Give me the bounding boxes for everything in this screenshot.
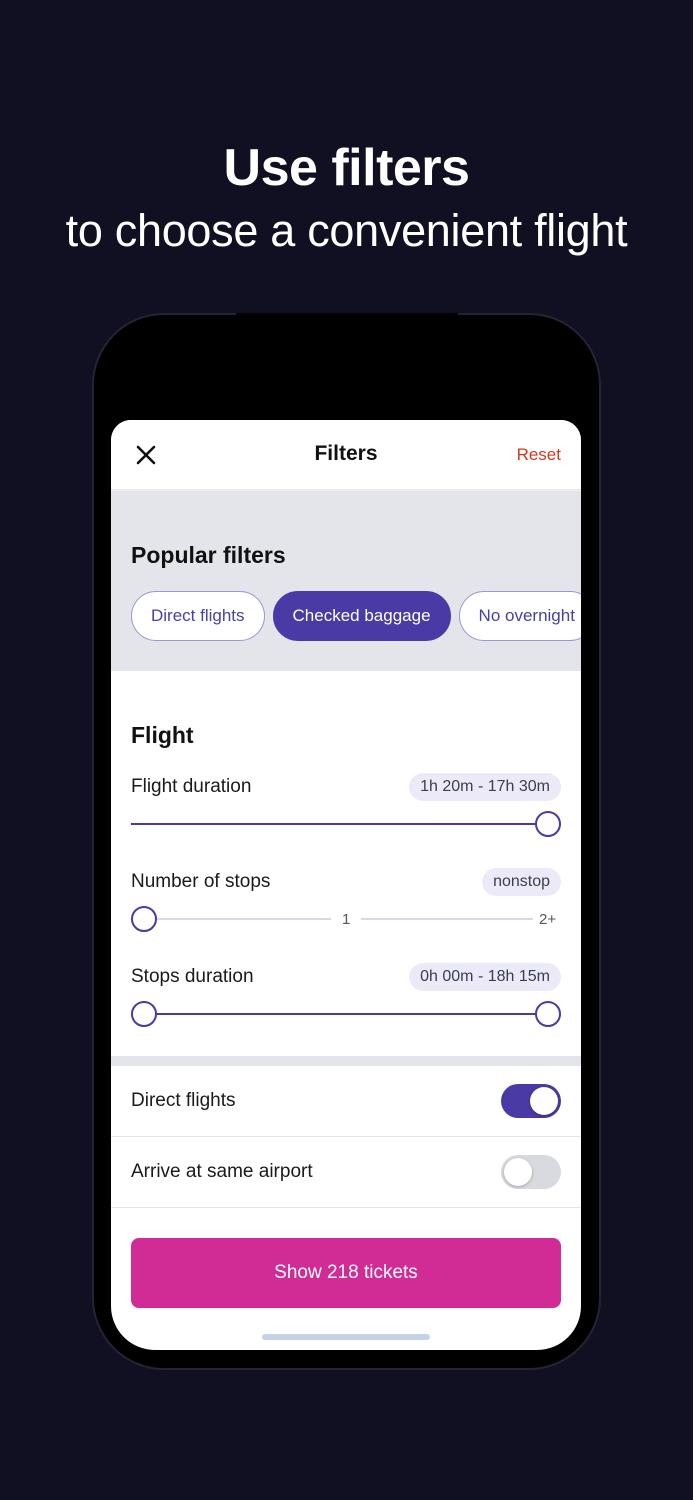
flight-duration-badge: 1h 20m - 17h 30m: [409, 773, 561, 801]
popular-filters-title: Popular filters: [131, 542, 286, 568]
stops-track-right[interactable]: [361, 918, 533, 920]
toggle-label-same-airport: Arrive at same airport: [131, 1161, 313, 1182]
direct-flights-toggle[interactable]: [501, 1084, 561, 1118]
chip-no-overnight[interactable]: No overnight: [458, 591, 581, 641]
filters-screen: Filters Reset Popular filters Direct fli…: [111, 420, 581, 1350]
flight-section: Flight Flight duration 1h 20m - 17h 30m …: [111, 671, 581, 1056]
promo-subtitle: to choose a convenient flight: [65, 205, 628, 256]
flight-duration-max-handle[interactable]: [535, 811, 561, 837]
stops-duration-badge: 0h 00m - 18h 15m: [409, 963, 561, 991]
page-title: Filters: [314, 442, 378, 465]
number-of-stops-badge: nonstop: [482, 868, 561, 896]
flight-title: Flight: [131, 722, 194, 748]
same-airport-toggle[interactable]: [501, 1155, 561, 1189]
flight-duration-track[interactable]: [131, 823, 549, 825]
chip-direct-flights[interactable]: Direct flights: [131, 591, 265, 641]
popular-filters-section: Popular filters Direct flights Checked ba…: [111, 491, 581, 671]
promo-title: Use filters: [223, 139, 470, 197]
stops-duration-max-handle[interactable]: [535, 1001, 561, 1027]
stops-track-left[interactable]: [145, 918, 331, 920]
toggle-knob: [530, 1087, 558, 1115]
section-divider: [111, 1056, 581, 1066]
number-of-stops-label: Number of stops: [131, 871, 271, 892]
toggle-row-direct-flights[interactable]: Direct flights: [111, 1066, 581, 1137]
toggle-knob: [504, 1158, 532, 1186]
stops-tick-2plus: 2+: [539, 911, 557, 928]
reset-button[interactable]: Reset: [517, 445, 561, 465]
phone-notch: [236, 313, 458, 361]
number-of-stops-handle[interactable]: [131, 906, 157, 932]
popular-filters-chips: Direct flights Checked baggage No overnigh…: [131, 591, 581, 641]
chip-checked-baggage[interactable]: Checked baggage: [272, 591, 451, 641]
toggle-row-same-airport[interactable]: Arrive at same airport: [111, 1137, 581, 1208]
stops-duration-track[interactable]: [144, 1013, 548, 1015]
toggle-label-direct-flights: Direct flights: [131, 1090, 236, 1111]
stops-tick-1: 1: [342, 911, 351, 928]
show-tickets-button[interactable]: Show 218 tickets: [131, 1238, 561, 1308]
flight-duration-label: Flight duration: [131, 776, 252, 797]
filters-header: Filters Reset: [111, 420, 581, 490]
stops-duration-min-handle[interactable]: [131, 1001, 157, 1027]
stops-duration-label: Stops duration: [131, 966, 254, 987]
promo-headline: Use filters to choose a convenient fligh…: [0, 136, 693, 262]
home-indicator: [262, 1334, 430, 1340]
